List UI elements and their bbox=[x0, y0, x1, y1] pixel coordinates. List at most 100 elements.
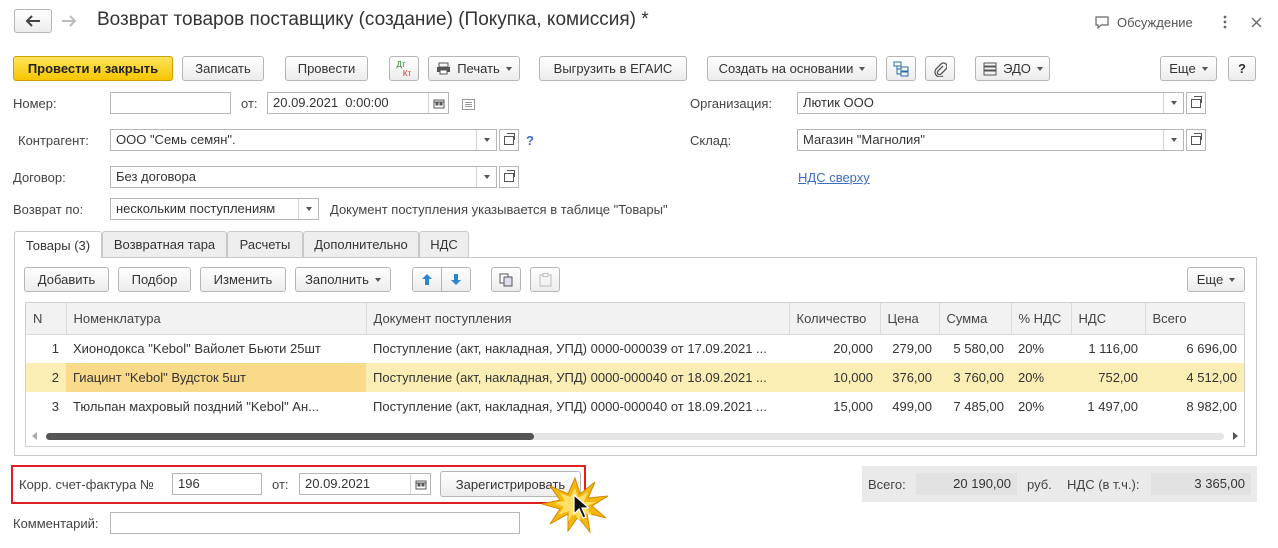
warehouse-field[interactable]: Магазин "Магнолия" bbox=[797, 129, 1184, 151]
contract-open-button[interactable] bbox=[499, 166, 519, 188]
attach-button[interactable] bbox=[925, 56, 955, 81]
column-header-price[interactable]: Цена bbox=[880, 303, 940, 335]
chevron-down-icon[interactable] bbox=[476, 130, 496, 150]
scroll-right-icon[interactable] bbox=[1232, 432, 1238, 440]
window-menu-icon[interactable] bbox=[1218, 12, 1232, 32]
save-button[interactable]: Записать bbox=[182, 56, 264, 81]
fill-button[interactable]: Заполнить bbox=[295, 267, 391, 292]
chevron-down-icon[interactable] bbox=[1163, 93, 1183, 113]
cell-n[interactable]: 3 bbox=[26, 392, 66, 421]
cell-vat-pct[interactable]: 20% bbox=[1011, 334, 1071, 363]
cell-sum[interactable]: 3 760,00 bbox=[939, 363, 1011, 392]
cell-qty[interactable]: 20,000 bbox=[789, 334, 880, 363]
vat-on-top-link[interactable]: НДС сверху bbox=[798, 170, 870, 185]
cell-total[interactable]: 8 982,00 bbox=[1145, 392, 1244, 421]
move-up-button[interactable] bbox=[412, 267, 442, 292]
chevron-down-icon[interactable] bbox=[1163, 130, 1183, 150]
edit-row-button[interactable]: Изменить bbox=[200, 267, 286, 292]
cell-qty[interactable]: 15,000 bbox=[789, 392, 880, 421]
contract-field[interactable]: Без договора bbox=[110, 166, 497, 188]
cell-vat[interactable]: 1 116,00 bbox=[1071, 334, 1145, 363]
contractor-help-link[interactable]: ? bbox=[526, 133, 534, 148]
forward-button[interactable] bbox=[54, 9, 84, 33]
invoice-date-field[interactable]: 20.09.2021 bbox=[299, 473, 431, 495]
cell-price[interactable]: 499,00 bbox=[880, 392, 939, 421]
calendar-icon[interactable] bbox=[410, 474, 430, 494]
organization-field[interactable]: Лютик ООО bbox=[797, 92, 1184, 114]
column-header-sum[interactable]: Сумма bbox=[939, 303, 1012, 335]
doc-details-icon[interactable] bbox=[458, 94, 478, 114]
cell-total[interactable]: 4 512,00 bbox=[1145, 363, 1244, 392]
egais-upload-button[interactable]: Выгрузить в ЕГАИС bbox=[539, 56, 687, 81]
copy-row-button[interactable] bbox=[491, 267, 521, 292]
column-header-qty[interactable]: Количество bbox=[789, 303, 881, 335]
table-row[interactable]: 3 Тюльпан махровый поздний "Kebol" Ан...… bbox=[26, 392, 1244, 421]
more-button[interactable]: Еще bbox=[1160, 56, 1217, 81]
structure-button[interactable] bbox=[886, 56, 916, 81]
column-header-total[interactable]: Всего bbox=[1145, 303, 1244, 335]
edo-label: ЭДО bbox=[1003, 61, 1031, 76]
discussion-button[interactable]: Обсуждение bbox=[1094, 12, 1193, 32]
contractor-open-button[interactable] bbox=[499, 129, 519, 151]
table-row-selected[interactable]: 2 Гиацинт "Kebol" Вудсток 5шт Поступлени… bbox=[26, 363, 1244, 392]
cell-doc[interactable]: Поступление (акт, накладная, УПД) 0000-0… bbox=[366, 334, 789, 363]
pick-button[interactable]: Подбор bbox=[118, 267, 191, 292]
cell-price[interactable]: 279,00 bbox=[880, 334, 939, 363]
cell-total[interactable]: 6 696,00 bbox=[1145, 334, 1244, 363]
column-header-vat-pct[interactable]: % НДС bbox=[1011, 303, 1072, 335]
add-row-button[interactable]: Добавить bbox=[24, 267, 109, 292]
edo-button[interactable]: ЭДО bbox=[975, 56, 1050, 81]
tab-settlements[interactable]: Расчеты bbox=[227, 231, 303, 257]
column-header-item[interactable]: Номенклатура bbox=[66, 303, 341, 335]
paste-rows-button[interactable] bbox=[530, 267, 560, 292]
cell-doc[interactable]: Поступление (акт, накладная, УПД) 0000-0… bbox=[366, 392, 789, 421]
cell-item[interactable]: Тюльпан махровый поздний "Kebol" Ан... bbox=[66, 392, 366, 421]
cell-sum[interactable]: 7 485,00 bbox=[939, 392, 1011, 421]
cell-n[interactable]: 2 bbox=[26, 363, 66, 392]
tab-returnable-packaging[interactable]: Возвратная тара bbox=[102, 231, 227, 257]
table-more-button[interactable]: Еще bbox=[1187, 267, 1245, 292]
invoice-number-field[interactable]: 196 bbox=[172, 473, 262, 495]
column-header-item-extra bbox=[341, 303, 367, 335]
cell-price[interactable]: 376,00 bbox=[880, 363, 939, 392]
horizontal-scrollbar[interactable] bbox=[30, 430, 1242, 442]
chevron-down-icon[interactable] bbox=[476, 167, 496, 187]
print-button[interactable]: Печать bbox=[428, 56, 520, 81]
create-based-on-button[interactable]: Создать на основании bbox=[707, 56, 877, 81]
cell-vat-pct[interactable]: 20% bbox=[1011, 363, 1071, 392]
cell-doc[interactable]: Поступление (акт, накладная, УПД) 0000-0… bbox=[366, 363, 789, 392]
tab-goods[interactable]: Товары (3) bbox=[14, 231, 102, 258]
cell-vat-pct[interactable]: 20% bbox=[1011, 392, 1071, 421]
comment-field[interactable] bbox=[110, 512, 520, 534]
warehouse-open-button[interactable] bbox=[1186, 129, 1206, 151]
scroll-left-icon[interactable] bbox=[32, 432, 38, 440]
chevron-down-icon[interactable] bbox=[298, 199, 318, 219]
cell-item[interactable]: Хионодокса "Kebol" Вайолет Бьюти 25шт bbox=[66, 334, 366, 363]
cell-item[interactable]: Гиацинт "Kebol" Вудсток 5шт bbox=[66, 363, 366, 392]
organization-open-button[interactable] bbox=[1186, 92, 1206, 114]
cell-vat[interactable]: 1 497,00 bbox=[1071, 392, 1145, 421]
dt-kt-button[interactable]: Дт Кт bbox=[389, 56, 419, 81]
contractor-field[interactable]: ООО "Семь семян". bbox=[110, 129, 497, 151]
cell-n[interactable]: 1 bbox=[26, 334, 66, 363]
back-button[interactable] bbox=[14, 9, 52, 33]
column-header-vat[interactable]: НДС bbox=[1071, 303, 1146, 335]
table-row[interactable]: 1 Хионодокса "Kebol" Вайолет Бьюти 25шт … bbox=[26, 334, 1244, 363]
cell-vat[interactable]: 752,00 bbox=[1071, 363, 1145, 392]
post-and-close-button[interactable]: Провести и закрыть bbox=[13, 56, 173, 81]
calendar-icon[interactable] bbox=[428, 93, 448, 113]
return-by-select[interactable]: нескольким поступлениям bbox=[110, 198, 319, 220]
number-field[interactable] bbox=[110, 92, 231, 114]
close-icon[interactable] bbox=[1246, 12, 1266, 32]
cell-qty[interactable]: 10,000 bbox=[789, 363, 880, 392]
column-header-doc[interactable]: Документ поступления bbox=[366, 303, 790, 335]
tab-vat[interactable]: НДС bbox=[419, 231, 469, 257]
post-button[interactable]: Провести bbox=[285, 56, 368, 81]
move-down-button[interactable] bbox=[441, 267, 471, 292]
help-button[interactable]: ? bbox=[1228, 56, 1256, 81]
scrollbar-thumb[interactable] bbox=[46, 433, 534, 440]
cell-sum[interactable]: 5 580,00 bbox=[939, 334, 1011, 363]
tab-additional[interactable]: Дополнительно bbox=[303, 231, 419, 257]
column-header-n[interactable]: N bbox=[26, 303, 67, 335]
date-field[interactable]: 20.09.2021 0:00:00 bbox=[267, 92, 449, 114]
